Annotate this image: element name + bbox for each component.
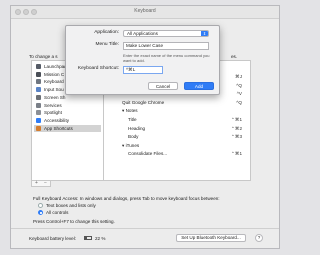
sidebar-item-services[interactable]: Services <box>34 102 101 109</box>
instructions-text: To change a s <box>29 54 58 59</box>
menu-title-field[interactable]: Make Lower Case <box>123 42 209 50</box>
add-button[interactable]: Add <box>184 82 214 90</box>
sidebar-item-spotlight[interactable]: Spotlight <box>34 109 101 116</box>
sidebar-item-label: Screen Sh <box>44 94 66 100</box>
category-icon <box>36 71 41 77</box>
shortcut-row[interactable]: ▾ iTunes <box>104 142 250 150</box>
sidebar-item-app-shortcuts[interactable]: App Shortcuts <box>34 124 101 132</box>
shortcut-name: ▾ Notes <box>122 108 138 114</box>
shortcut-name: ▾ iTunes <box>122 142 140 148</box>
shortcut-row[interactable]: Title ⌃⌘1 <box>104 116 250 124</box>
sidebar-item-label: App Shortcuts <box>44 125 73 131</box>
keyboard-shortcut-label: Keyboard Shortcut: <box>77 66 119 71</box>
instructions-text-end: es. <box>231 54 238 59</box>
sidebar-item-label: Mission C <box>44 71 65 77</box>
shortcut-key: ^Q <box>236 99 242 105</box>
shortcut-name: Body <box>128 134 139 140</box>
shortcut-key: ⌃⌘1 <box>231 117 242 122</box>
shortcut-key: ⌃⌘3 <box>231 134 242 140</box>
sidebar-item-accessibility[interactable]: Accessibility <box>34 117 101 124</box>
control-f7-note: Press Control+F7 to change this setting. <box>33 219 115 224</box>
battery-value: 22 % <box>95 236 106 241</box>
category-icon <box>36 102 41 108</box>
shortcut-name: Quit Google Chrome <box>122 99 165 105</box>
shortcut-row[interactable]: Body ⌃⌘3 <box>104 133 250 141</box>
menu-title-hint: Enter the exact name of the menu command… <box>123 53 210 63</box>
title-bar: Keyboard <box>11 6 279 19</box>
category-icon <box>36 94 41 100</box>
category-icon <box>36 117 41 123</box>
battery-label: Keyboard battery level: <box>29 236 76 241</box>
shortcut-row[interactable]: Heading ⌃⌘2 <box>104 125 250 133</box>
menu-title-label: Menu Title: <box>95 42 119 47</box>
window-title: Keyboard <box>134 8 156 14</box>
cancel-button[interactable]: Cancel <box>148 82 178 90</box>
sidebar-item-label: Launchpad <box>44 64 67 69</box>
shortcut-key: ⌘J <box>235 74 242 79</box>
add-shortcut-dialog: Application: All Applications ⇕ Menu Tit… <box>65 25 220 95</box>
application-select-value: All Applications <box>127 31 158 36</box>
battery-icon <box>84 236 92 240</box>
shortcut-name: Consolidate Files... <box>128 151 168 157</box>
shortcut-name: Heading <box>128 125 146 131</box>
add-remove-bar: + − <box>31 180 51 187</box>
sidebar-item-label: Spotlight <box>44 110 62 116</box>
shortcut-key: ^Q <box>236 82 242 88</box>
shortcut-row[interactable]: Consolidate Files... ⌃⌘1 <box>104 150 250 158</box>
category-icon <box>36 64 41 69</box>
setup-bluetooth-keyboard-button[interactable]: Set Up Bluetooth Keyboard... <box>176 234 246 242</box>
sidebar-item-label: Keyboard <box>44 79 64 85</box>
shortcut-key: ⌃⌘2 <box>231 125 242 131</box>
shortcut-key: ⌃⌘1 <box>231 151 242 157</box>
remove-shortcut-button[interactable]: − <box>44 180 47 186</box>
add-shortcut-button[interactable]: + <box>35 180 38 186</box>
radio-text-boxes[interactable] <box>38 203 43 208</box>
shortcut-name: Title <box>128 117 137 122</box>
footer-divider <box>11 228 279 229</box>
sidebar-item-label: Input Sou <box>44 87 64 93</box>
keyboard-shortcut-field[interactable]: ^⌘L <box>123 66 163 74</box>
sidebar-item-label: Services <box>44 102 62 108</box>
shortcut-row[interactable]: Quit Google Chrome ^Q <box>104 99 250 107</box>
category-icon <box>36 79 41 85</box>
category-icon <box>36 110 41 116</box>
application-select[interactable]: All Applications ⇕ <box>123 30 209 37</box>
shortcut-row[interactable]: ▾ Notes <box>104 107 250 115</box>
keyboard-access-text: Full Keyboard Access: In windows and dia… <box>33 196 220 201</box>
category-icon <box>36 125 41 131</box>
radio-all-controls[interactable] <box>38 210 43 215</box>
radio-all-controls-label: All controls <box>46 210 69 215</box>
help-button[interactable]: ? <box>255 234 263 242</box>
shortcut-key: ^V <box>236 91 242 97</box>
application-label: Application: <box>94 30 119 35</box>
category-icon <box>36 87 41 93</box>
sidebar-item-label: Accessibility <box>44 117 70 123</box>
radio-text-boxes-label: Text boxes and lists only <box>46 203 96 208</box>
chevron-updown-icon: ⇕ <box>201 31 208 36</box>
